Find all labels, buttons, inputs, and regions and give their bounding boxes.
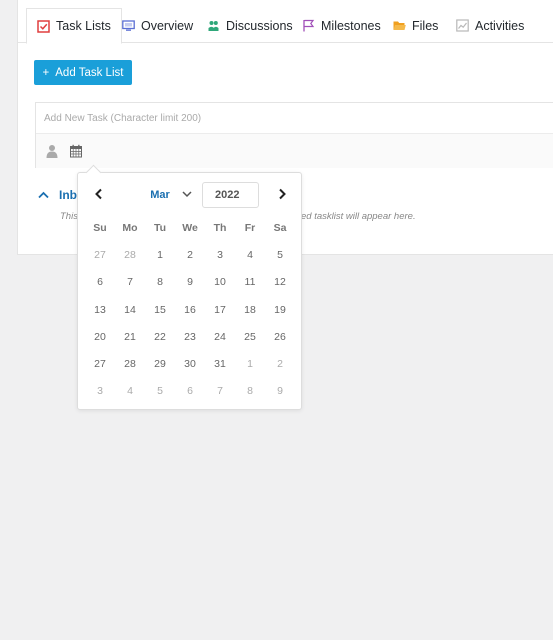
- add-task-list-button[interactable]: + Add Task List: [34, 60, 132, 85]
- day-cell-other-month[interactable]: 4: [115, 385, 145, 397]
- weekday-label: Th: [213, 221, 227, 234]
- calendar-grid: Su Mo Tu We Th Fr Sa 27 28 1 2 3 4 5 6 7 8 9 10 11 12 13 14 15 1…: [85, 214, 295, 405]
- day-cell-other-month[interactable]: 27: [85, 249, 115, 261]
- week-row: 3456789: [85, 378, 295, 405]
- day-cell[interactable]: 22: [145, 331, 175, 343]
- inbox-title: Inb: [59, 188, 77, 202]
- day-cell[interactable]: 26: [265, 331, 295, 343]
- day-cell[interactable]: 28: [115, 358, 145, 370]
- flag-icon: [302, 19, 315, 32]
- tab-label: Discussions: [226, 18, 293, 33]
- users-icon: [207, 19, 220, 32]
- day-cell[interactable]: 1: [145, 249, 175, 261]
- project-tabs: Task Lists Overview Discussions Mileston…: [18, 0, 553, 44]
- chart-icon: [456, 19, 469, 32]
- year-input[interactable]: 2022: [202, 182, 259, 208]
- month-value: Mar: [150, 189, 170, 201]
- tab-label: Overview: [141, 18, 194, 33]
- day-cell[interactable]: 3: [205, 249, 235, 261]
- day-cell[interactable]: 5: [265, 249, 295, 261]
- weekday-label: We: [182, 221, 198, 234]
- day-cell[interactable]: 8: [145, 276, 175, 288]
- plus-icon: +: [42, 66, 50, 79]
- chevron-up-icon[interactable]: [38, 186, 49, 204]
- day-cell[interactable]: 23: [175, 331, 205, 343]
- datepicker-header: Mar 2022: [78, 182, 301, 208]
- day-cell[interactable]: 11: [235, 276, 265, 288]
- day-cell[interactable]: 29: [145, 358, 175, 370]
- day-cell[interactable]: 4: [235, 249, 265, 261]
- day-cell-other-month[interactable]: 1: [235, 358, 265, 370]
- day-cell-other-month[interactable]: 9: [265, 385, 295, 397]
- week-row: 20 21 22 23 24 25 26: [85, 323, 295, 350]
- day-cell[interactable]: 24: [205, 331, 235, 343]
- tab-task-lists[interactable]: Task Lists: [26, 8, 122, 44]
- day-cell[interactable]: 21: [115, 331, 145, 343]
- inbox-header[interactable]: Inb: [38, 186, 77, 204]
- datepicker: Mar 2022 Su Mo Tu We Th Fr Sa 27 28 1 2 3 4 5 6 7 8 9 10 11…: [77, 172, 302, 410]
- inbox-empty-note: This: [60, 211, 78, 222]
- tab-label: Task Lists: [56, 19, 111, 33]
- tab-milestones[interactable]: Milestones: [302, 8, 381, 43]
- weekday-label: Tu: [153, 221, 167, 234]
- day-cell[interactable]: 25: [235, 331, 265, 343]
- tab-label: Milestones: [321, 18, 381, 33]
- weekday-label: Mo: [122, 221, 138, 234]
- folder-icon: [393, 19, 406, 32]
- weekday-row: Su Mo Tu We Th Fr Sa: [85, 214, 295, 241]
- week-row: 13 14 15 16 17 18 19: [85, 296, 295, 323]
- checkbox-icon: [37, 19, 50, 33]
- inbox-empty-note-tail: ed tasklist will appear here.: [301, 211, 416, 222]
- add-task-list-label: Add Task List: [55, 66, 124, 79]
- day-cell-other-month[interactable]: 6: [175, 385, 205, 397]
- day-cell[interactable]: 9: [175, 276, 205, 288]
- tab-activities[interactable]: Activities: [456, 8, 524, 43]
- day-cell-other-month[interactable]: 3: [85, 385, 115, 397]
- day-cell[interactable]: 12: [265, 276, 295, 288]
- chevron-right-icon[interactable]: [275, 187, 289, 201]
- chevron-down-icon: [182, 189, 192, 201]
- day-cell[interactable]: 10: [205, 276, 235, 288]
- day-cell-other-month[interactable]: 8: [235, 385, 265, 397]
- tab-overview[interactable]: Overview: [122, 8, 193, 43]
- day-cell[interactable]: 20: [85, 331, 115, 343]
- week-row: 27 28 1 2 3 4 5: [85, 241, 295, 268]
- weekday-label: Sa: [273, 221, 287, 234]
- tab-discussions[interactable]: Discussions: [207, 8, 293, 43]
- week-row: 6 7 8 9 10 11 12: [85, 269, 295, 296]
- calendar-icon[interactable]: [69, 144, 83, 158]
- day-cell[interactable]: 30: [175, 358, 205, 370]
- new-task-toolbar: [36, 134, 553, 168]
- day-cell-other-month[interactable]: 5: [145, 385, 175, 397]
- day-cell[interactable]: 27: [85, 358, 115, 370]
- week-row: 27 28 29 30 31 1 2: [85, 350, 295, 377]
- weekday-label: Su: [93, 221, 107, 234]
- day-cell[interactable]: 19: [265, 304, 295, 316]
- new-task-input[interactable]: [36, 103, 553, 134]
- tab-label: Files: [412, 18, 439, 33]
- day-cell[interactable]: 16: [175, 304, 205, 316]
- month-select[interactable]: Mar: [146, 182, 192, 208]
- day-cell[interactable]: 13: [85, 304, 115, 316]
- tab-label: Activities: [475, 18, 525, 33]
- user-icon[interactable]: [45, 144, 59, 158]
- new-task-form: [35, 102, 553, 168]
- day-cell[interactable]: 14: [115, 304, 145, 316]
- day-cell-other-month[interactable]: 2: [265, 358, 295, 370]
- day-cell-other-month[interactable]: 28: [115, 249, 145, 261]
- weekday-label: Fr: [244, 221, 256, 234]
- chevron-left-icon[interactable]: [92, 187, 106, 201]
- day-cell[interactable]: 31: [205, 358, 235, 370]
- day-cell[interactable]: 17: [205, 304, 235, 316]
- tab-files[interactable]: Files: [393, 8, 438, 43]
- day-cell[interactable]: 7: [115, 276, 145, 288]
- day-cell[interactable]: 15: [145, 304, 175, 316]
- day-cell[interactable]: 6: [85, 276, 115, 288]
- day-cell[interactable]: 2: [175, 249, 205, 261]
- day-cell-other-month[interactable]: 7: [205, 385, 235, 397]
- day-cell[interactable]: 18: [235, 304, 265, 316]
- monitor-icon: [122, 19, 135, 32]
